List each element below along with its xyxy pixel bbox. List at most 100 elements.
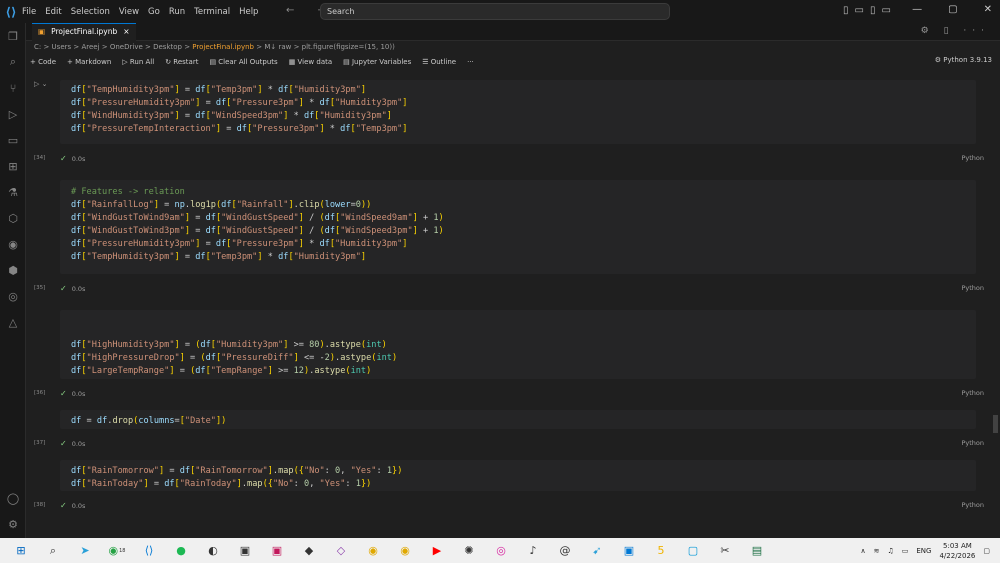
code-editor[interactable]: df = df.drop(columns=["Date"]) [60,410,976,429]
run-cell-icon[interactable]: ▷ ⌄ [34,80,47,88]
spotify-icon[interactable]: ● [170,540,192,562]
code-lines: df["HighHumidity3pm"] = (df["Humidity3pm… [60,310,976,378]
run-debug-icon[interactable]: ▷ [0,101,26,127]
youtube-icon[interactable]: ▶ [426,540,448,562]
menu-item-edit[interactable]: Edit [45,7,61,17]
visual-studio-icon[interactable]: ◇ [330,540,352,562]
minimize-icon[interactable]: — [912,4,922,15]
jupyter-variables-button[interactable]: ▤ Jupyter Variables [343,58,411,66]
snipping-icon[interactable]: ✂ [714,540,736,562]
whatsapp-icon[interactable]: ◉ 18 [106,540,128,562]
tab-projectfinal[interactable]: ▣ ProjectFinal.ipynb × [32,23,136,41]
breadcrumb-symbol[interactable]: plt.figure(figsize=(15, 10)) [302,43,395,51]
app-arrow-icon[interactable]: ➹ [586,540,608,562]
chrome-icon[interactable]: ◉ [362,540,384,562]
explorer-icon[interactable]: ❐ [0,23,26,49]
search-icon[interactable]: ⌕ [0,49,26,75]
edge-icon[interactable]: ◎ [0,283,26,309]
search-taskbar-icon[interactable]: ⌕ [42,540,64,562]
notebook-cell[interactable]: df["RainTomorrow"] = df["RainTomorrow"].… [28,460,992,510]
github-icon[interactable]: ◉ [0,231,26,257]
cell-language[interactable]: Python [961,439,984,447]
clear-outputs-button[interactable]: ▤ Clear All Outputs [209,58,277,66]
capcut-icon[interactable]: ◆ [298,540,320,562]
check-icon: ✓ [60,389,67,398]
notification-icon[interactable]: ▢ [983,547,990,555]
scrollbar-thumb[interactable] [993,415,998,433]
chatgpt-icon[interactable]: ✺ [458,540,480,562]
pycharm-icon[interactable]: ▣ [234,540,256,562]
volume-icon[interactable]: ♫ [887,547,893,555]
extensions-icon[interactable]: ⊞ [0,153,26,179]
search-input[interactable]: Search [320,3,670,20]
cell-language[interactable]: Python [961,154,984,162]
code-editor[interactable]: df["TempHumidity3pm"] = df["Temp3pm"] * … [60,80,976,144]
code-editor[interactable]: # Features -> relation df["RainfallLog"] … [60,180,976,274]
photos-icon[interactable]: ▣ [618,540,640,562]
battery-icon[interactable]: ▭ [902,547,909,555]
breadcrumb[interactable]: C: > Users > Areej > OneDrive > Desktop … [34,43,395,51]
menu-item-view[interactable]: View [119,7,139,17]
menu-item-terminal[interactable]: Terminal [194,7,230,17]
telegram-icon[interactable]: ➤ [74,540,96,562]
editor-actions[interactable]: ⚙ ▯ ··· [921,26,990,36]
windows-start-icon[interactable]: ⊞ [10,540,32,562]
outline-button[interactable]: ☰ Outline [422,58,456,66]
maximize-icon[interactable]: ▢ [948,4,957,15]
menu-item-help[interactable]: Help [239,7,258,17]
excel-icon[interactable]: ▤ [746,540,768,562]
app-square-icon[interactable]: ▢ [682,540,704,562]
menu-item-run[interactable]: Run [169,7,185,17]
breadcrumb-file[interactable]: ProjectFinal.ipynb [192,43,254,51]
cell-language[interactable]: Python [961,389,984,397]
remote-icon[interactable]: ▭ [0,127,26,153]
code-lines: df["RainTomorrow"] = df["RainTomorrow"].… [60,460,976,491]
code-editor[interactable]: df["HighHumidity3pm"] = (df["Humidity3pm… [60,310,976,379]
chrome-profile-icon[interactable]: ◉ [394,540,416,562]
add-markdown-button[interactable]: + Markdown [67,58,111,66]
wifi-icon[interactable]: ≋ [874,547,880,555]
window-controls[interactable]: — ▢ ✕ [912,4,992,15]
python-icon[interactable]: ⬢ [0,257,26,283]
package-icon[interactable]: ⬡ [0,205,26,231]
source-control-icon[interactable]: ⑂ [0,75,26,101]
intellij-icon[interactable]: ▣ [266,540,288,562]
cell-language[interactable]: Python [961,501,984,509]
breadcrumb-path[interactable]: C: > Users > Areej > OneDrive > Desktop … [34,43,192,51]
vscode-taskbar-icon[interactable]: ⟨⟩ [138,540,160,562]
app-icon[interactable]: ◐ [202,540,224,562]
settings-gear-icon[interactable]: ⚙ [0,511,26,537]
tray-chevron-icon[interactable]: ∧ [860,547,865,555]
code-line: df["RainTomorrow"] = df["RainTomorrow"].… [71,466,403,476]
tab-close-icon[interactable]: × [123,27,129,38]
threads-icon[interactable]: @ [554,540,576,562]
cell-status: ✓ 0.0s [60,154,85,163]
tiktok-icon[interactable]: ♪ [522,540,544,562]
code-editor[interactable]: df["RainTomorrow"] = df["RainTomorrow"].… [60,460,976,491]
instagram-icon[interactable]: ◎ [490,540,512,562]
notebook-cell[interactable]: df["HighHumidity3pm"] = (df["Humidity3pm… [28,310,992,398]
restart-button[interactable]: ↻ Restart [165,58,198,66]
app-five-icon[interactable]: 5 [650,540,672,562]
drive-icon[interactable]: △ [0,309,26,335]
notebook-cell[interactable]: # Features -> relation df["RainfallLog"] … [28,180,992,293]
more-actions-button[interactable]: ··· [467,58,474,66]
notebook-cell[interactable]: df["TempHumidity3pm"] = df["Temp3pm"] * … [28,80,992,163]
menu-item-selection[interactable]: Selection [71,7,110,17]
code-lines: df = df.drop(columns=["Date"]) [60,410,976,428]
notebook-cell[interactable]: df = df.drop(columns=["Date"]) [37] ✓ 0.0s P… [28,410,992,448]
language-indicator[interactable]: ENG [916,547,931,555]
menu-item-file[interactable]: File [22,7,36,17]
kernel-selector[interactable]: ⚙ Python 3.9.13 [935,56,992,64]
menu-item-go[interactable]: Go [148,7,160,17]
view-data-button[interactable]: ▦ View data [289,58,332,66]
layout-icons[interactable]: ▯▭▯▭ [843,5,897,16]
testing-icon[interactable]: ⚗ [0,179,26,205]
cell-language[interactable]: Python [961,284,984,292]
clock[interactable]: 5:03 AM 4/22/2026 [939,541,975,561]
breadcrumb-section[interactable]: > M↓ raw > [254,43,302,51]
run-all-button[interactable]: ▷ Run All [122,58,154,66]
close-icon[interactable]: ✕ [984,4,992,15]
account-icon[interactable]: ◯ [0,485,26,511]
add-code-button[interactable]: + Code [30,58,56,66]
